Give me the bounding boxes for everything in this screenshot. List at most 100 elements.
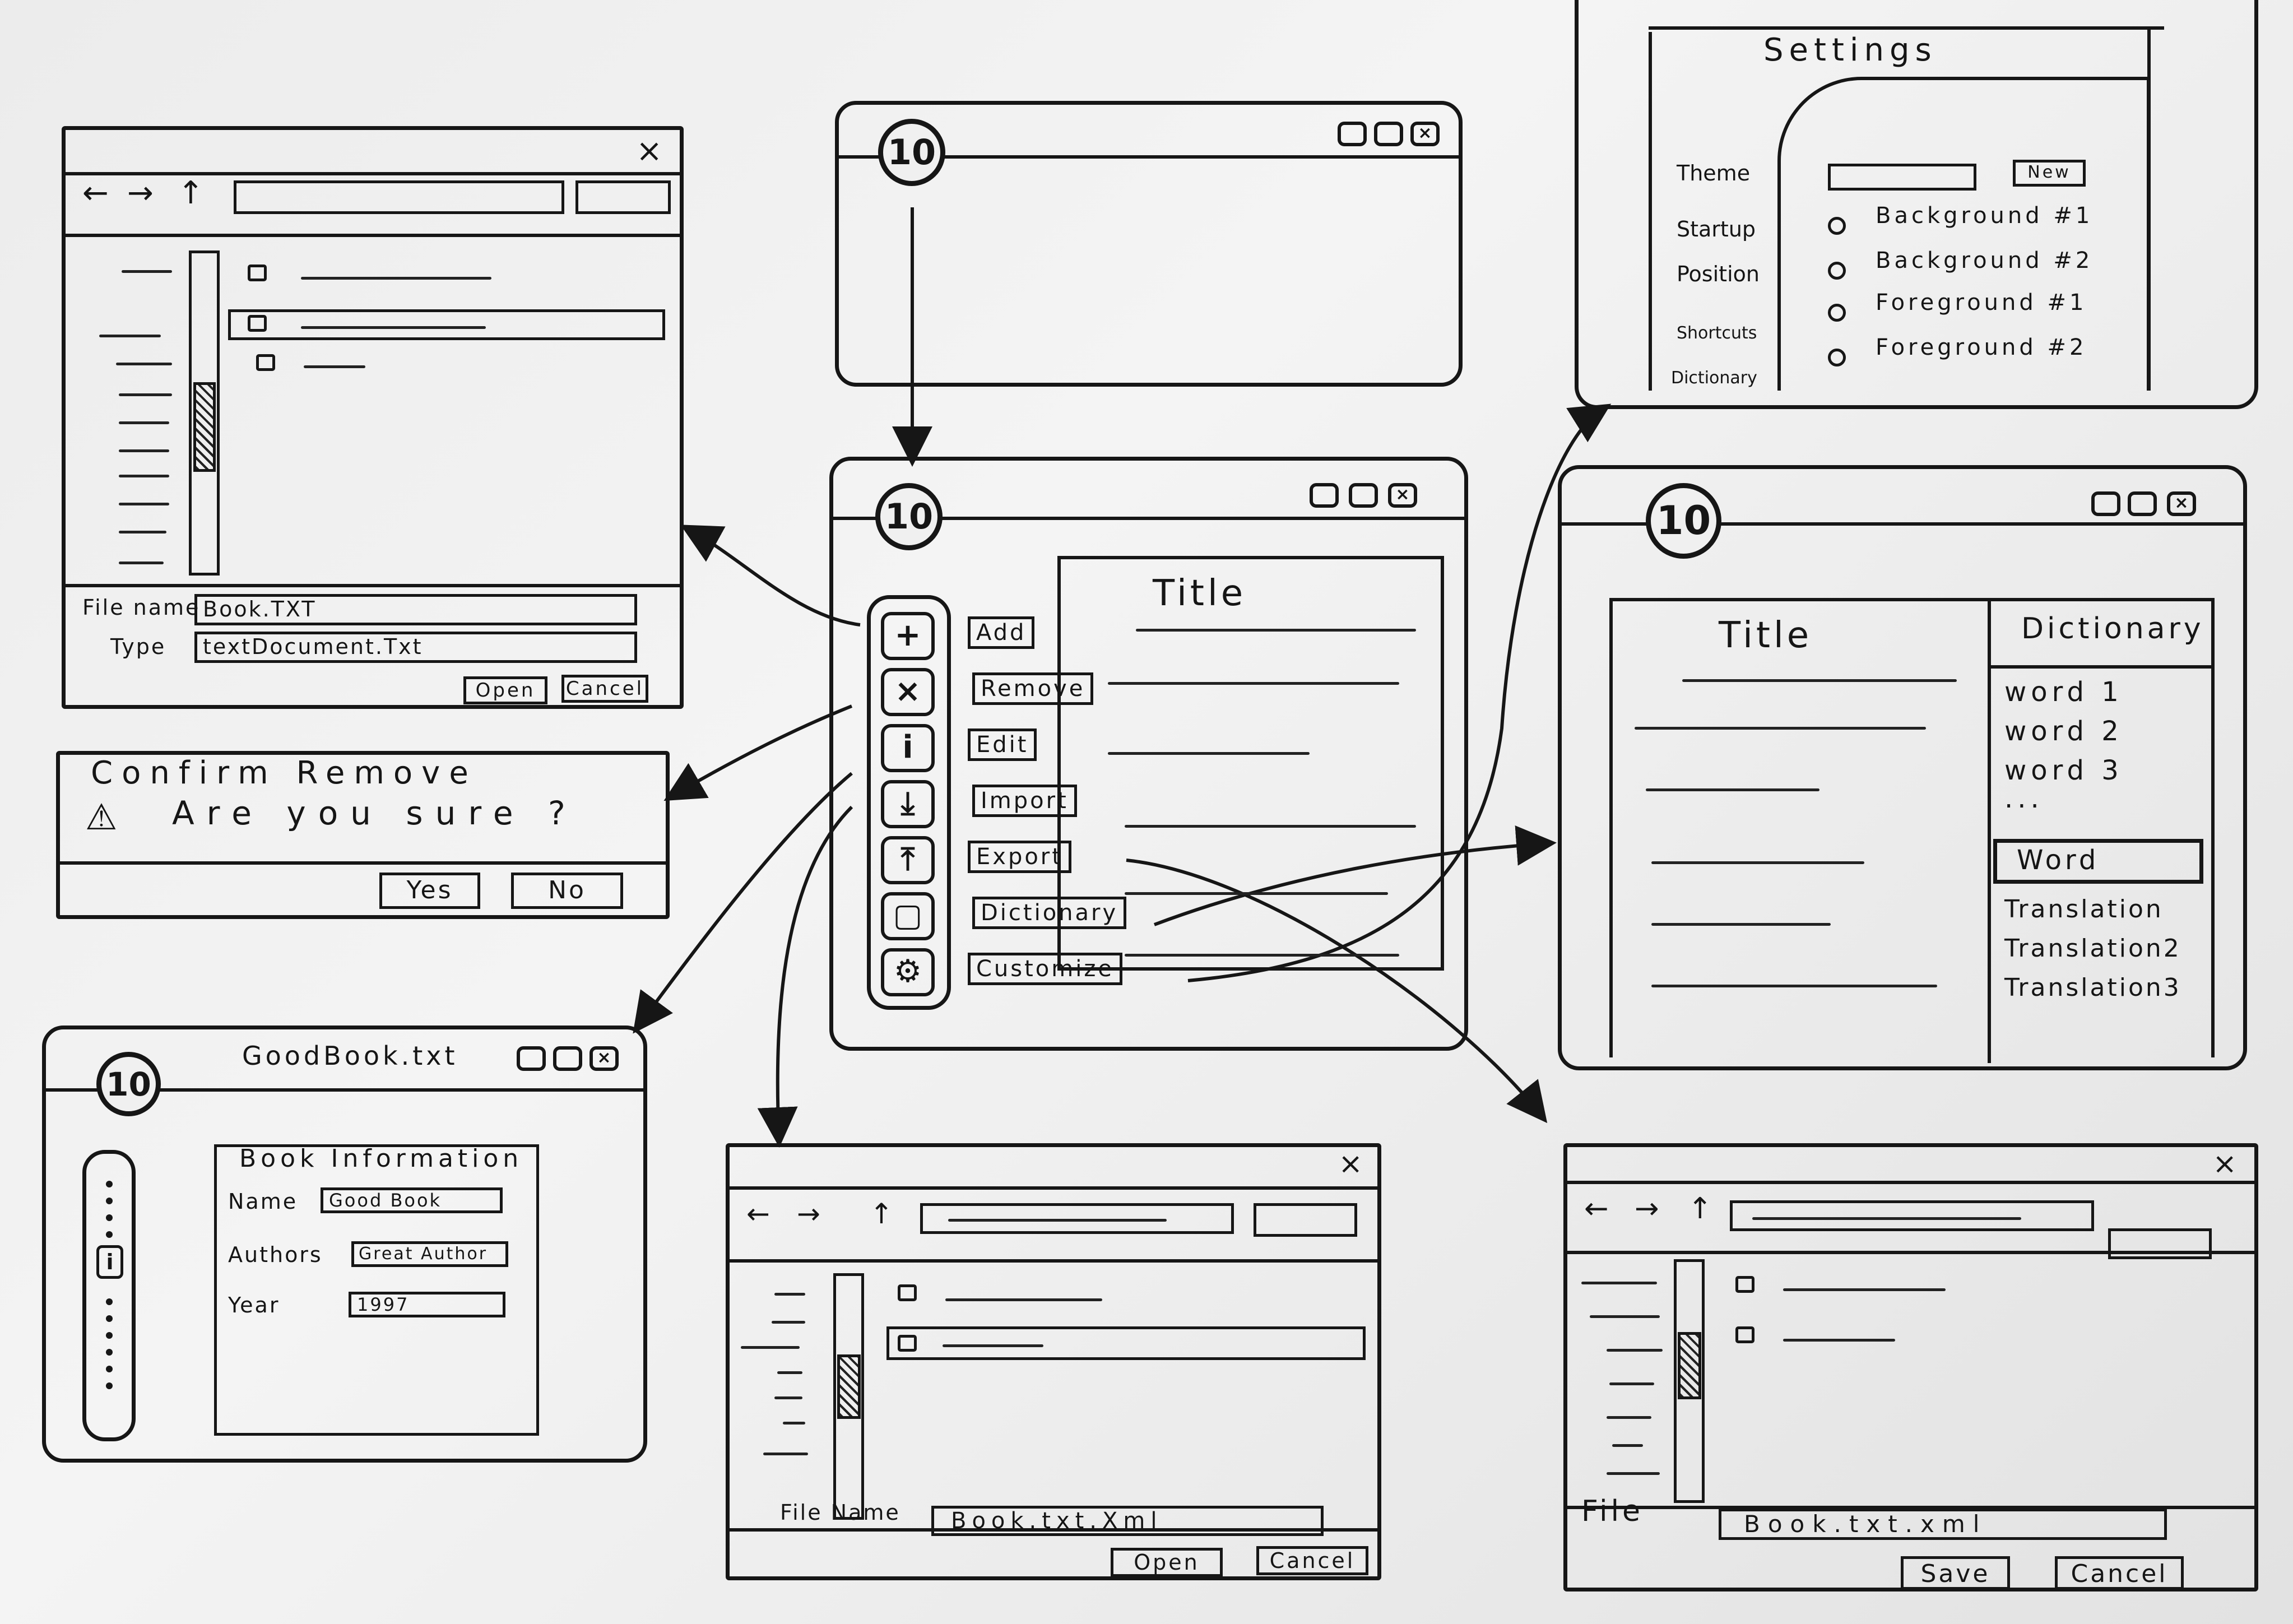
minimize-button[interactable] xyxy=(1349,483,1378,508)
path-input[interactable] xyxy=(1730,1200,2094,1231)
collapsed-tool-dot[interactable] xyxy=(106,1181,113,1187)
restore-button[interactable] xyxy=(1310,483,1339,508)
collapsed-tool-dot[interactable] xyxy=(106,1298,113,1305)
type-select[interactable]: textDocument.Txt xyxy=(194,632,637,663)
search-input[interactable] xyxy=(1254,1203,1357,1237)
radio-option-label: Background #2 xyxy=(1876,248,2094,273)
yes-button[interactable]: Yes xyxy=(379,873,480,909)
open-file-dialog: × ← → ↑ File name Book.TXT Type textDocu… xyxy=(62,126,684,709)
file-input[interactable]: Book.txt.xml xyxy=(1719,1509,2167,1540)
settings-nav-shortcuts[interactable]: Shortcuts xyxy=(1677,323,1757,343)
collapsed-tool-dot[interactable] xyxy=(106,1332,113,1339)
close-icon[interactable]: × xyxy=(1338,1147,1366,1181)
collapsed-tool-dot[interactable] xyxy=(106,1315,113,1322)
customize-tool-button[interactable]: ⚙ xyxy=(881,948,935,996)
search-input[interactable] xyxy=(575,180,671,214)
word-input[interactable]: Word xyxy=(1993,839,2203,884)
radio-button[interactable] xyxy=(1828,349,1846,366)
dictionary-window: 10 × Title Dictionary Word word 1 word 2 w… xyxy=(1558,465,2247,1070)
minimize-button[interactable] xyxy=(553,1046,582,1071)
forward-icon[interactable]: → xyxy=(127,175,157,211)
open-button[interactable]: Open xyxy=(463,676,547,704)
forward-icon[interactable]: → xyxy=(1635,1192,1663,1226)
radio-button[interactable] xyxy=(1828,217,1846,235)
info-icon[interactable]: i xyxy=(96,1245,123,1279)
close-button[interactable]: × xyxy=(1410,122,1440,146)
filename-input[interactable]: Book.txt.Xml xyxy=(931,1506,1324,1536)
cancel-button[interactable]: Cancel xyxy=(561,675,648,703)
search-input[interactable] xyxy=(2108,1228,2212,1259)
settings-nav-startup[interactable]: Startup xyxy=(1677,217,1756,242)
collapsed-tool-dot[interactable] xyxy=(106,1349,113,1356)
restore-button[interactable] xyxy=(2091,491,2120,516)
up-icon[interactable]: ↑ xyxy=(870,1198,897,1230)
confirm-remove-dialog: Confirm Remove ⚠ Are you sure ? Yes No xyxy=(56,751,670,919)
import-tool-label: Import xyxy=(972,785,1077,817)
authors-input[interactable]: Great Author xyxy=(351,1241,508,1267)
no-button[interactable]: No xyxy=(511,873,623,909)
gear-icon: ⚙ xyxy=(893,953,922,990)
selected-file-row[interactable] xyxy=(228,309,665,340)
collapsed-tool-dot[interactable] xyxy=(106,1366,113,1372)
info-icon: i xyxy=(902,729,913,765)
file-icon xyxy=(248,315,267,332)
new-theme-button[interactable]: New xyxy=(2013,160,2086,187)
cancel-button[interactable]: Cancel xyxy=(1256,1546,1368,1575)
selected-file-row[interactable] xyxy=(886,1326,1366,1360)
up-icon[interactable]: ↑ xyxy=(1688,1192,1716,1226)
path-input[interactable] xyxy=(234,180,564,214)
edit-tool-button[interactable]: i xyxy=(881,724,935,772)
filename-input[interactable]: Book.TXT xyxy=(194,594,637,625)
close-icon[interactable]: × xyxy=(636,133,666,169)
minimize-button[interactable] xyxy=(1374,122,1403,146)
back-icon[interactable]: ← xyxy=(1584,1192,1612,1226)
export-tool-button[interactable]: ⤒ xyxy=(881,836,935,884)
scrollbar-thumb[interactable] xyxy=(193,382,216,472)
dictionary-word[interactable]: ... xyxy=(2004,783,2044,814)
dictionary-tool-button[interactable]: ▢ xyxy=(881,892,935,940)
app-logo: 10 xyxy=(875,483,943,550)
forward-icon[interactable]: → xyxy=(797,1198,824,1230)
back-icon[interactable]: ← xyxy=(746,1198,773,1230)
translation-item[interactable]: Translation2 xyxy=(2004,934,2181,963)
collapsed-tool-dot[interactable] xyxy=(106,1231,113,1238)
settings-nav-theme[interactable]: Theme xyxy=(1677,161,1750,185)
scrollbar-thumb[interactable] xyxy=(837,1354,861,1419)
year-input[interactable]: 1997 xyxy=(349,1292,505,1317)
radio-button[interactable] xyxy=(1828,304,1846,322)
add-tool-button[interactable]: + xyxy=(881,612,935,660)
authors-label: Authors xyxy=(228,1242,323,1267)
scrollbar-thumb[interactable] xyxy=(1678,1332,1701,1399)
collapsed-tool-dot[interactable] xyxy=(106,1198,113,1204)
collapsed-tool-dot[interactable] xyxy=(106,1382,113,1389)
settings-nav-position[interactable]: Position xyxy=(1677,262,1760,286)
translation-item[interactable]: Translation xyxy=(2004,895,2164,924)
restore-button[interactable] xyxy=(517,1046,546,1071)
translation-item[interactable]: Translation3 xyxy=(2004,973,2181,1002)
up-icon[interactable]: ↑ xyxy=(178,175,207,211)
close-button[interactable]: × xyxy=(2167,491,2196,516)
name-input[interactable]: Good Book xyxy=(321,1187,503,1213)
theme-select[interactable] xyxy=(1828,164,1976,191)
settings-nav-dictionary[interactable]: Dictionary xyxy=(1671,368,1757,388)
open-button[interactable]: Open xyxy=(1111,1548,1223,1577)
restore-button[interactable] xyxy=(1338,122,1367,146)
back-icon[interactable]: ← xyxy=(82,175,112,211)
window-title: GoodBook.txt xyxy=(242,1041,458,1071)
cancel-button[interactable]: Cancel xyxy=(2055,1556,2184,1590)
save-button[interactable]: Save xyxy=(1901,1556,2010,1590)
radio-button[interactable] xyxy=(1828,262,1846,280)
collapsed-tool-dot[interactable] xyxy=(106,1214,113,1221)
type-label: Type xyxy=(110,634,166,659)
dictionary-word[interactable]: word 3 xyxy=(2004,755,2123,786)
dictionary-word[interactable]: word 1 xyxy=(2004,676,2123,708)
remove-tool-button[interactable]: × xyxy=(881,668,935,716)
close-button[interactable]: × xyxy=(590,1046,619,1071)
radio-option-label: Background #1 xyxy=(1876,203,2094,229)
close-icon[interactable]: × xyxy=(2212,1147,2240,1181)
minimize-button[interactable] xyxy=(2128,491,2157,516)
dictionary-word[interactable]: word 2 xyxy=(2004,716,2123,747)
filename-label: File Name xyxy=(780,1500,901,1525)
import-tool-button[interactable]: ⤓ xyxy=(881,780,935,828)
close-button[interactable]: × xyxy=(1388,483,1417,508)
